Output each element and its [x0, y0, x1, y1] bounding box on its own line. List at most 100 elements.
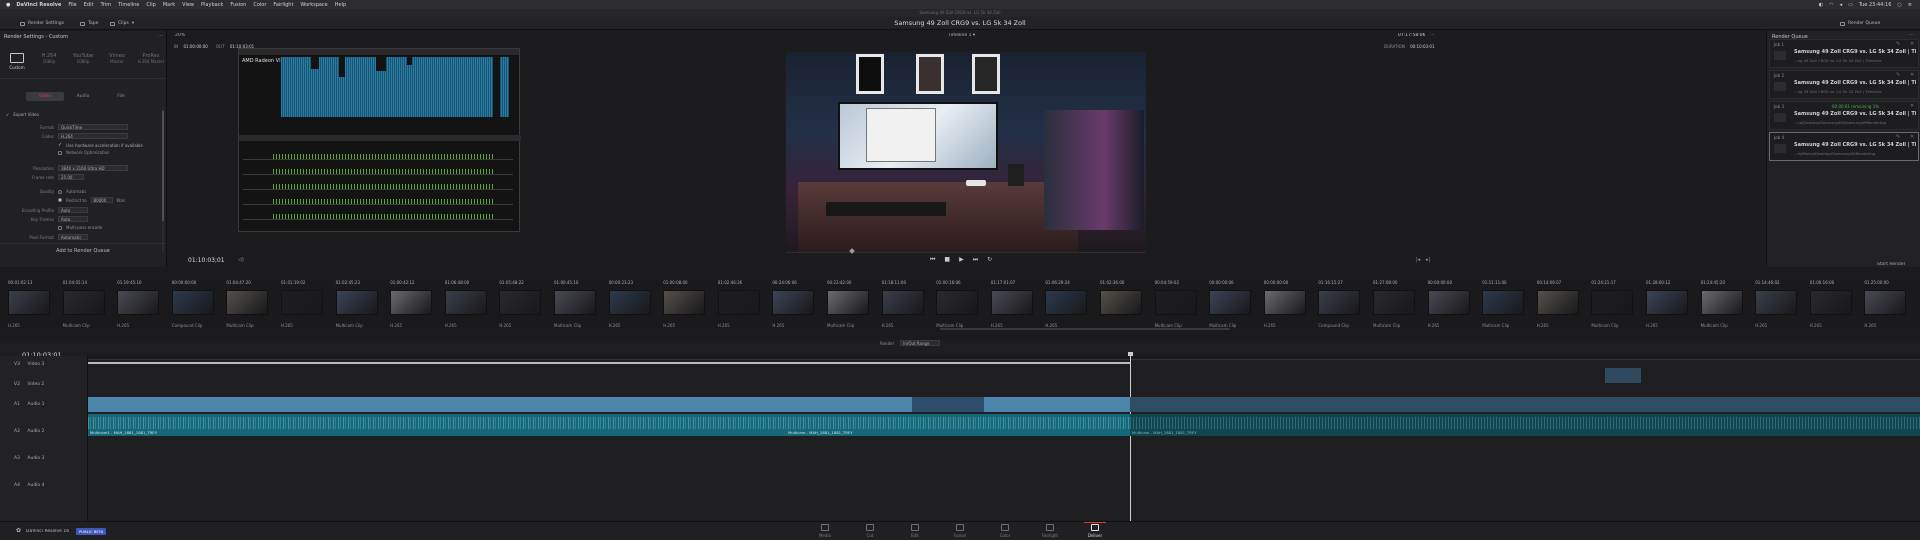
- clip-thumbnail[interactable]: [827, 290, 869, 315]
- clip-thumbnail[interactable]: [62, 290, 105, 315]
- prev-mark-icon[interactable]: |◂: [1416, 257, 1420, 263]
- page-color[interactable]: Color: [990, 524, 1020, 538]
- edit-job-icon[interactable]: ✎: [1896, 41, 1900, 47]
- export-video-row[interactable]: ✓ Export Video: [6, 112, 39, 117]
- gpu-monitor-window[interactable]: AMD Radeon VII: [238, 48, 521, 232]
- clip-thumbnail[interactable]: [663, 290, 706, 315]
- timeline-selector[interactable]: Timeline 1 ▾: [948, 33, 975, 38]
- start-render-button[interactable]: Start Render: [1877, 262, 1905, 267]
- app-menu[interactable]: DaVinci Resolve: [16, 2, 61, 8]
- track-a1[interactable]: A1 Audio 1: [0, 402, 88, 407]
- playhead-handle[interactable]: [1128, 352, 1133, 356]
- clip-thumbnail[interactable]: [499, 290, 542, 315]
- clip-thumbnail[interactable]: [1755, 290, 1798, 315]
- menu-workspace[interactable]: Workspace: [300, 2, 327, 8]
- quality-auto-radio[interactable]: [58, 189, 62, 194]
- clip-thumbnail[interactable]: [1591, 290, 1634, 315]
- video-clip[interactable]: [1605, 368, 1641, 383]
- clip-thumbnail[interactable]: [1809, 290, 1852, 315]
- quality-restrict-radio[interactable]: [58, 198, 62, 202]
- search-icon[interactable]: ○: [1897, 2, 1901, 8]
- network-opt-checkbox[interactable]: [58, 150, 62, 155]
- track-a4[interactable]: A4 Audio 4: [0, 483, 88, 488]
- keyframes-dropdown[interactable]: Auto: [58, 216, 88, 222]
- menu-list-icon[interactable]: ≡: [1908, 2, 1912, 8]
- clip-thumbnail[interactable]: [444, 290, 487, 315]
- edit-job-icon[interactable]: ✎: [1896, 72, 1900, 78]
- clip-thumbnail[interactable]: [1864, 290, 1907, 315]
- menu-clock[interactable]: Tue 23:44:16: [1859, 2, 1892, 8]
- tab-video[interactable]: Video: [26, 92, 64, 101]
- clip-thumbnail[interactable]: [881, 290, 924, 315]
- clip-thumbnail[interactable]: [1154, 290, 1197, 315]
- page-media[interactable]: Media: [810, 524, 840, 538]
- clip-thumbnail[interactable]: [1263, 290, 1306, 315]
- audio-clip[interactable]: Multicam1 - MAH_1881_1881_TREY Multicam …: [88, 414, 1130, 436]
- pixel-format-dropdown[interactable]: Automatic: [58, 234, 88, 240]
- menu-file[interactable]: File: [68, 2, 76, 8]
- menu-edit[interactable]: Edit: [84, 2, 94, 8]
- clip-thumbnail[interactable]: [990, 290, 1033, 315]
- clip-strip-scrollbar[interactable]: [940, 328, 1230, 330]
- track-a2[interactable]: A2 Audio 2: [0, 429, 88, 434]
- clip-thumbnail[interactable]: [554, 290, 596, 315]
- clip-thumbnail[interactable]: [1646, 290, 1688, 315]
- add-to-render-queue-button[interactable]: Add to Render Queue: [0, 246, 166, 256]
- timeline-ruler[interactable]: [88, 354, 1920, 360]
- clip-thumbnail[interactable]: [8, 290, 50, 315]
- clip-thumbnail[interactable]: [1700, 290, 1743, 315]
- menu-timeline[interactable]: Timeline: [118, 2, 139, 8]
- format-dropdown[interactable]: QuickTime: [58, 124, 128, 130]
- status-icon[interactable]: ◐: [1819, 2, 1823, 8]
- preset-prores[interactable]: ProRes H.264 Master: [136, 51, 166, 75]
- stop-icon[interactable]: ■: [944, 256, 950, 264]
- render-range-dropdown[interactable]: In/Out Range: [900, 340, 941, 346]
- delete-job-icon[interactable]: ✕: [1910, 41, 1914, 47]
- delete-job-icon[interactable]: ✕: [1910, 103, 1914, 109]
- scrub-bar[interactable]: [786, 252, 1146, 253]
- codec-dropdown[interactable]: H.264: [58, 133, 128, 139]
- go-to-end-icon[interactable]: ⏭: [973, 256, 978, 264]
- clip-thumbnail[interactable]: [1536, 290, 1579, 315]
- audio-icon[interactable]: ◁): [238, 257, 244, 263]
- menu-fairlight[interactable]: Fairlight: [273, 2, 293, 8]
- render-job[interactable]: Job 4 Samsung 49 Zoll CRG9 vs. LG 5k 34 …: [1769, 132, 1919, 161]
- render-job[interactable]: Job 1 Samsung 49 Zoll CRG9 vs. LG 5k 34 …: [1769, 39, 1919, 68]
- render-job[interactable]: Job 3 00:00:01 remaining 1% Samsung 49 Z…: [1769, 101, 1919, 130]
- render-settings-button[interactable]: Render Settings: [20, 21, 64, 26]
- preset-vimeo[interactable]: Vimeo Master: [104, 51, 130, 75]
- clip-thumbnail[interactable]: [1427, 290, 1470, 315]
- clip-thumbnail[interactable]: [1209, 290, 1252, 315]
- menu-trim[interactable]: Trim: [100, 2, 111, 8]
- clip-thumbnail[interactable]: [772, 290, 815, 315]
- edit-job-icon[interactable]: ✎: [1896, 134, 1900, 140]
- clip-thumbnail[interactable]: [1482, 290, 1525, 315]
- video-clip-thumbnails[interactable]: [912, 397, 984, 412]
- page-deliver[interactable]: Deliver: [1080, 524, 1110, 538]
- track-a3[interactable]: A3 Audio 3: [0, 456, 88, 461]
- menu-color[interactable]: Color: [253, 2, 266, 8]
- more-options-icon[interactable]: ⋯: [1909, 32, 1914, 38]
- audio-clip[interactable]: Multicam - MAH_1881_1881_TREY: [1130, 414, 1920, 436]
- menu-fusion[interactable]: Fusion: [230, 2, 246, 8]
- wifi-icon[interactable]: ◠: [1829, 2, 1833, 8]
- clip-thumbnail[interactable]: [1373, 290, 1415, 315]
- menu-view[interactable]: View: [182, 2, 194, 8]
- next-mark-icon[interactable]: ▸|: [1426, 257, 1430, 263]
- quality-value-input[interactable]: 80000: [90, 197, 113, 203]
- tab-file[interactable]: File: [102, 92, 140, 101]
- render-job[interactable]: Job 2 Samsung 49 Zoll CRG9 vs. LG 5k 34 …: [1769, 70, 1919, 99]
- framerate-dropdown[interactable]: 25.00: [58, 174, 84, 180]
- settings-scrollbar[interactable]: [162, 107, 164, 252]
- volume-icon[interactable]: ◂: [1840, 2, 1843, 8]
- loop-icon[interactable]: ↻: [987, 256, 992, 264]
- in-out-range-bar[interactable]: [88, 362, 1130, 364]
- menu-clip[interactable]: Clip: [146, 2, 155, 8]
- clip-thumbnail[interactable]: [117, 290, 160, 315]
- scrollbar-thumb[interactable]: [162, 111, 164, 221]
- track-v3[interactable]: V3 Video 3: [0, 362, 88, 367]
- clip-thumbnail[interactable]: [1045, 290, 1088, 315]
- more-options-icon[interactable]: ⋯: [1430, 32, 1435, 38]
- page-edit[interactable]: Edit: [900, 524, 930, 538]
- clip-thumbnail[interactable]: [390, 290, 433, 315]
